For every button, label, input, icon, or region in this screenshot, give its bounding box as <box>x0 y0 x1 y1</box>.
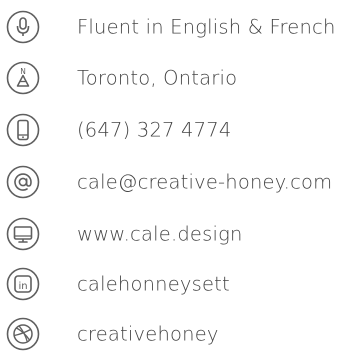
list-item-phone[interactable]: (647) 327 4774 <box>0 110 338 150</box>
list-item-email[interactable]: cale@creative-honey.com <box>0 162 338 202</box>
list-item-language: Fluent in English & French <box>0 7 338 47</box>
monitor-icon <box>6 217 40 251</box>
phone-text[interactable]: (647) 327 4774 <box>77 119 231 142</box>
linkedin-text[interactable]: calehonneysett <box>77 273 230 296</box>
email-text[interactable]: cale@creative-honey.com <box>77 171 332 194</box>
microphone-icon <box>6 10 40 44</box>
list-item-website[interactable]: www.cale.design <box>0 214 338 254</box>
linkedin-icon-text: in <box>18 281 27 292</box>
list-item-linkedin[interactable]: in calehonneysett <box>0 264 338 304</box>
list-item-dribbble[interactable]: creativehoney <box>0 314 338 354</box>
dribbble-icon <box>6 317 40 351</box>
compass-north-label: N <box>20 67 26 76</box>
website-text[interactable]: www.cale.design <box>77 223 243 246</box>
location-text: Toronto, Ontario <box>77 66 238 90</box>
dribbble-text[interactable]: creativehoney <box>77 323 219 346</box>
phone-icon <box>6 113 40 147</box>
compass-icon: N <box>6 61 40 95</box>
linkedin-icon: in <box>6 267 40 301</box>
list-item-location: N Toronto, Ontario <box>0 58 338 98</box>
at-sign-icon <box>6 165 40 199</box>
language-text: Fluent in English & French <box>77 15 336 39</box>
